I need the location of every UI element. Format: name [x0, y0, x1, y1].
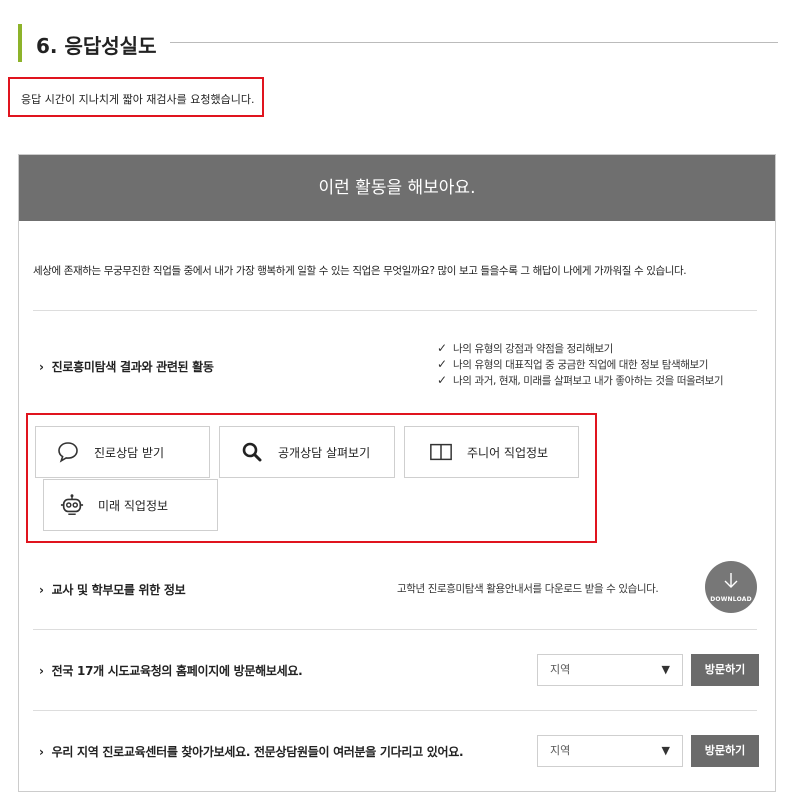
provincial-region-select[interactable]: 지역 ▼ — [537, 654, 683, 686]
local-region-select[interactable]: 지역 ▼ — [537, 735, 683, 767]
provincial-visit-button[interactable]: 방문하기 — [691, 654, 759, 686]
download-button[interactable]: DOWNLOAD — [705, 561, 757, 613]
check-item-label: 나의 과거, 현재, 미래를 살펴보고 내가 좋아하는 것을 떠올려보기 — [453, 375, 724, 387]
future-job-info-button[interactable]: 미래 직업정보 — [43, 479, 218, 531]
divider — [33, 629, 757, 630]
junior-job-info-button-label: 주니어 직업정보 — [467, 445, 549, 460]
counseling-button[interactable]: 진로상담 받기 — [35, 426, 210, 478]
chevron-right-icon: › — [39, 360, 44, 374]
section-divider — [170, 42, 778, 43]
teacher-note: 고학년 진로흥미탐색 활용안내서를 다운로드 받을 수 있습니다. — [397, 583, 659, 595]
speech-bubble-icon — [56, 440, 80, 464]
section-title: 6. 응답성실도 — [36, 34, 157, 58]
robot-icon — [60, 493, 84, 517]
activity-checklist: ✓ 나의 유형의 강점과 약점을 정리해보기 ✓ 나의 유형의 대표직업 중 궁금한… — [437, 341, 724, 389]
search-icon — [240, 440, 264, 464]
divider — [33, 310, 757, 311]
check-item-label: 나의 유형의 강점과 약점을 정리해보기 — [453, 343, 613, 355]
notice-box: 응답 시간이 지나치게 짧아 재검사를 요청했습니다. — [8, 77, 264, 117]
check-item: ✓ 나의 과거, 현재, 미래를 살펴보고 내가 좋아하는 것을 떠올려보기 — [437, 373, 724, 389]
region-select-value: 지역 — [550, 663, 571, 676]
counseling-button-label: 진로상담 받기 — [94, 445, 165, 460]
local-visit-button[interactable]: 방문하기 — [691, 735, 759, 767]
dropdown-arrow-icon: ▼ — [661, 744, 670, 757]
check-item-label: 나의 유형의 대표직업 중 궁금한 직업에 대한 정보 탐색해보기 — [453, 359, 709, 371]
chevron-right-icon: › — [39, 583, 44, 597]
local-center-title-label: 우리 지역 진로교육센터를 찾아가보세요. 전문상담원들이 여러분을 기다리고 … — [51, 745, 464, 759]
download-arrow-icon — [722, 572, 740, 594]
chevron-right-icon: › — [39, 745, 44, 759]
check-item: ✓ 나의 유형의 강점과 약점을 정리해보기 — [437, 341, 723, 357]
book-icon — [429, 440, 453, 464]
teacher-info-title: › 교사 및 학부모를 위한 정보 — [39, 581, 186, 598]
section-accent-bar — [18, 24, 22, 62]
public-counseling-button-label: 공개상담 살펴보기 — [278, 445, 371, 460]
panel-header: 이런 활동을 해보아요. — [19, 155, 775, 221]
checkmark-icon: ✓ — [437, 341, 447, 355]
activities-title: › 진로흥미탐색 결과와 관련된 활동 — [39, 358, 214, 375]
dropdown-arrow-icon: ▼ — [661, 663, 670, 676]
public-counseling-button[interactable]: 공개상담 살펴보기 — [219, 426, 395, 478]
activity-panel: 이런 활동을 해보아요. 세상에 존재하는 무궁무진한 직업들 중에서 내가 가… — [18, 154, 776, 792]
region-select-value: 지역 — [550, 744, 571, 757]
chevron-right-icon: › — [39, 664, 44, 678]
section-heading: 6. 응답성실도 — [18, 24, 778, 62]
checkmark-icon: ✓ — [437, 357, 447, 371]
teacher-info-title-label: 교사 및 학부모를 위한 정보 — [51, 583, 186, 597]
provincial-office-title: › 전국 17개 시도교육청의 홈페이지에 방문해보세요. — [39, 662, 303, 679]
notice-text: 응답 시간이 지나치게 짧아 재검사를 요청했습니다. — [21, 93, 255, 106]
future-job-info-button-label: 미래 직업정보 — [98, 498, 169, 513]
divider — [33, 710, 757, 711]
junior-job-info-button[interactable]: 주니어 직업정보 — [404, 426, 579, 478]
checkmark-icon: ✓ — [437, 373, 447, 387]
download-label: DOWNLOAD — [710, 595, 752, 603]
provincial-office-title-label: 전국 17개 시도교육청의 홈페이지에 방문해보세요. — [51, 664, 303, 678]
activities-title-label: 진로흥미탐색 결과와 관련된 활동 — [51, 360, 214, 374]
check-item: ✓ 나의 유형의 대표직업 중 궁금한 직업에 대한 정보 탐색해보기 — [437, 357, 723, 373]
panel-intro: 세상에 존재하는 무궁무진한 직업들 중에서 내가 가장 행복하게 일할 수 있… — [33, 265, 687, 277]
local-center-title: › 우리 지역 진로교육센터를 찾아가보세요. 전문상담원들이 여러분을 기다리고… — [39, 743, 464, 760]
